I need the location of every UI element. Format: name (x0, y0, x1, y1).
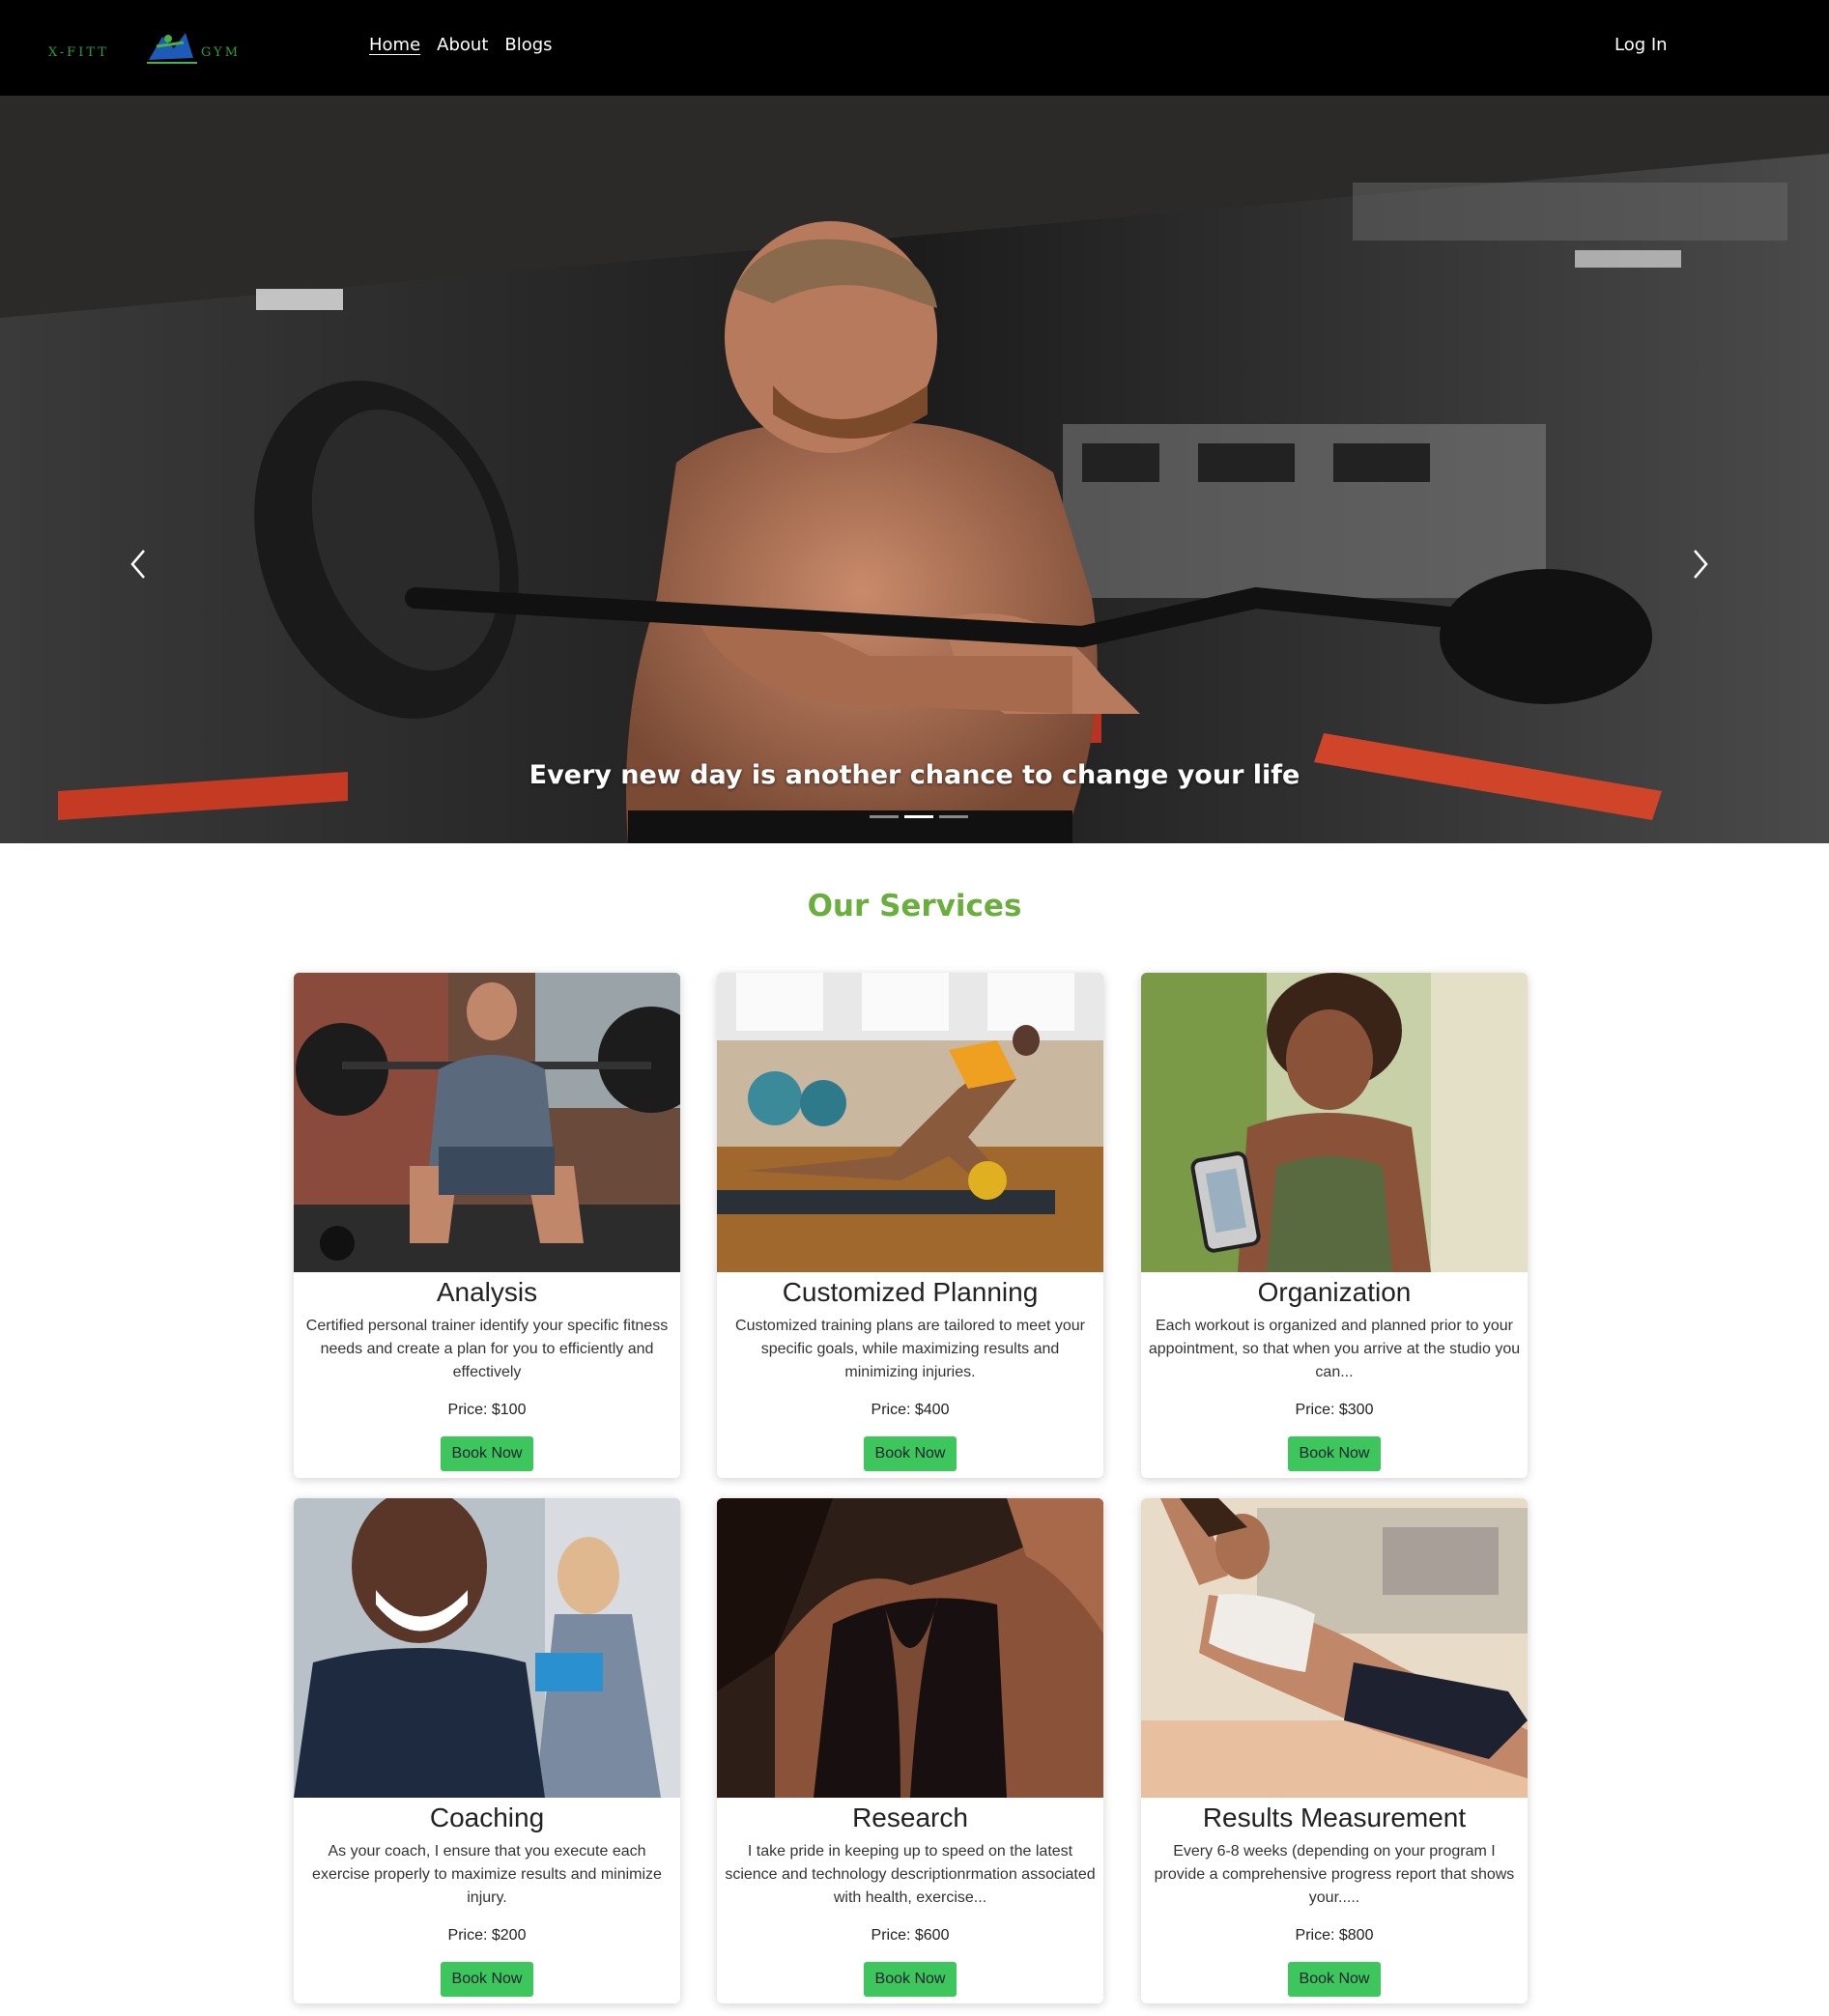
carousel-prev-button[interactable] (119, 540, 157, 588)
service-image-customized-planning (717, 973, 1103, 1272)
service-description: Each workout is organized and planned pr… (1148, 1318, 1521, 1380)
service-title: Research (852, 1803, 968, 1832)
top-navbar: X-FITT GYM Home About Blogs Log In (0, 0, 1829, 96)
service-image-analysis (294, 973, 680, 1272)
svg-text:GYM: GYM (201, 45, 241, 60)
nav-link-about[interactable]: About (437, 35, 488, 55)
service-card-customized-planning: Customized Planning Customized training … (717, 973, 1103, 1478)
service-price: Price: $100 (447, 1402, 527, 1418)
service-description: Every 6-8 weeks (depending on your progr… (1154, 1843, 1515, 1906)
service-title: Customized Planning (782, 1277, 1039, 1307)
service-card-research: Research I take pride in keeping up to s… (717, 1498, 1103, 2003)
login-link[interactable]: Log In (1615, 35, 1668, 55)
svg-text:X-FITT: X-FITT (48, 45, 109, 60)
hero-image (0, 96, 1829, 843)
carousel-indicator-2[interactable] (904, 815, 933, 818)
service-description: I take pride in keeping up to speed on t… (725, 1843, 1096, 1906)
service-title: Organization (1257, 1277, 1412, 1307)
service-title: Coaching (429, 1803, 545, 1832)
service-card-analysis: Analysis Certified personal trainer iden… (294, 973, 680, 1478)
carousel-indicators (870, 815, 968, 818)
carousel-indicator-3[interactable] (939, 815, 968, 818)
service-image-research (717, 1498, 1103, 1798)
services-heading: Our Services (807, 889, 1022, 923)
service-image-coaching (294, 1498, 680, 1798)
book-now-button[interactable]: Book Now (863, 1962, 957, 1997)
service-card-coaching: Coaching As your coach, I ensure that yo… (294, 1498, 680, 2003)
service-image-organization (1141, 973, 1528, 1272)
service-price: Price: $600 (871, 1927, 950, 1944)
book-now-button[interactable]: Book Now (1287, 1436, 1382, 1471)
book-now-button[interactable]: Book Now (440, 1436, 534, 1471)
service-card-results-measurement: Results Measurement Every 6-8 weeks (dep… (1141, 1498, 1528, 2003)
service-image-results-measurement (1141, 1498, 1528, 1798)
nav-link-blogs[interactable]: Blogs (504, 35, 552, 55)
service-title: Results Measurement (1202, 1803, 1467, 1832)
carousel-indicator-1[interactable] (870, 815, 899, 818)
brand-logo[interactable]: X-FITT GYM (48, 29, 267, 68)
book-now-button[interactable]: Book Now (440, 1962, 534, 1997)
service-price: Price: $300 (1295, 1402, 1374, 1418)
hero-caption: Every new day is another chance to chang… (529, 760, 1300, 790)
service-description: Customized training plans are tailored t… (735, 1318, 1085, 1380)
chevron-left-icon (130, 550, 145, 579)
service-card-organization: Organization Each workout is organized a… (1141, 973, 1528, 1478)
service-description: Certified personal trainer identify your… (305, 1318, 669, 1380)
main-nav: Home About Blogs (369, 35, 553, 55)
service-price: Price: $200 (447, 1927, 527, 1944)
service-price: Price: $400 (871, 1402, 950, 1418)
service-description: As your coach, I ensure that you execute… (312, 1843, 662, 1906)
book-now-button[interactable]: Book Now (863, 1436, 957, 1471)
chevron-right-icon (1694, 550, 1708, 579)
hero-carousel: Every new day is another chance to chang… (0, 96, 1829, 843)
service-title: Analysis (436, 1277, 538, 1307)
nav-link-home[interactable]: Home (369, 35, 420, 55)
carousel-next-button[interactable] (1681, 540, 1720, 588)
book-now-button[interactable]: Book Now (1287, 1962, 1382, 1997)
service-price: Price: $800 (1295, 1927, 1374, 1944)
